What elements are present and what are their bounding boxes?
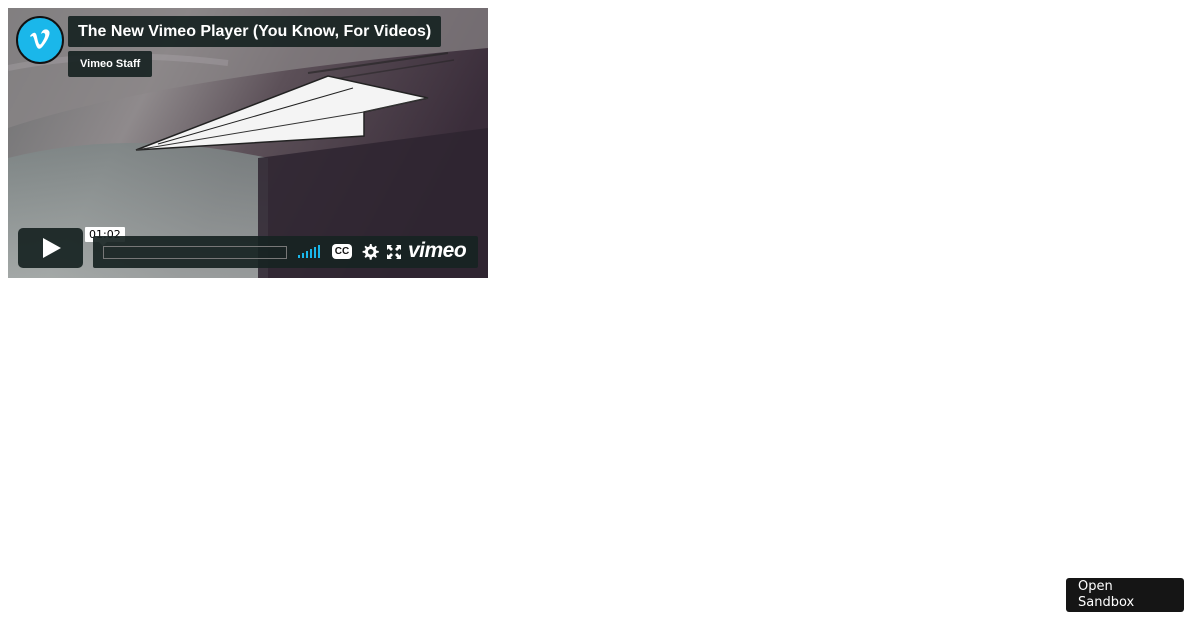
progress-bar[interactable] xyxy=(103,246,287,259)
fullscreen-icon[interactable] xyxy=(386,244,402,260)
video-byline[interactable]: Vimeo Staff xyxy=(80,58,140,70)
control-bar: CC vimeo xyxy=(93,236,478,268)
video-title[interactable]: The New Vimeo Player (You Know, For Vide… xyxy=(78,23,431,41)
cc-button[interactable]: CC xyxy=(332,244,352,259)
volume-bars-icon[interactable] xyxy=(298,245,322,258)
video-title-box: The New Vimeo Player (You Know, For Vide… xyxy=(68,16,442,47)
vimeo-badge[interactable] xyxy=(16,16,64,64)
open-sandbox-button[interactable]: Open Sandbox xyxy=(1066,578,1184,612)
gear-icon[interactable] xyxy=(361,243,379,261)
vimeo-v-icon xyxy=(30,29,50,49)
play-button[interactable] xyxy=(18,228,83,268)
byline-box: Vimeo Staff xyxy=(68,51,153,77)
play-icon xyxy=(42,238,61,258)
video-player[interactable]: The New Vimeo Player (You Know, For Vide… xyxy=(8,8,488,278)
vimeo-logo[interactable]: vimeo xyxy=(408,239,467,263)
